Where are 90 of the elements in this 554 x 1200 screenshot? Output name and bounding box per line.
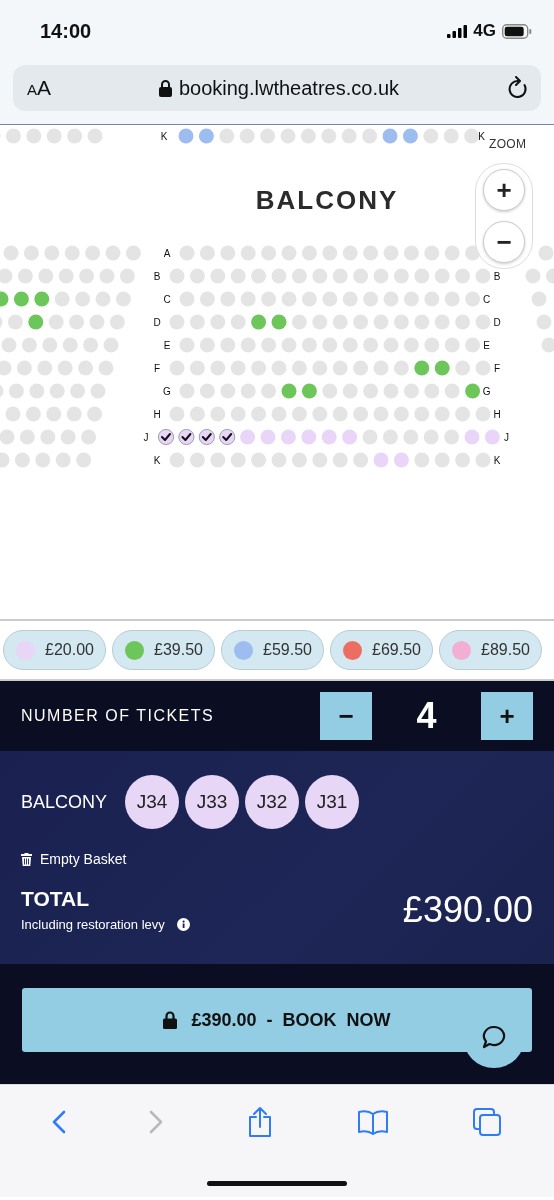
back-icon[interactable]	[51, 1110, 66, 1134]
signal-icon	[447, 24, 468, 38]
url-text: booking.lwtheatres.co.uk	[178, 76, 400, 100]
available-seat[interactable]	[342, 429, 358, 445]
seat-chip: J34	[125, 775, 180, 829]
row-label: A	[163, 248, 171, 259]
total-amount: £390.00	[402, 888, 533, 931]
available-seat[interactable]	[484, 429, 500, 445]
section-title: BALCONY	[255, 185, 399, 216]
price-band-chip[interactable]: £89.50	[439, 630, 542, 670]
row-label: F	[493, 363, 501, 374]
available-seat[interactable]	[281, 383, 297, 399]
available-seat[interactable]	[280, 429, 296, 445]
row-label: G	[482, 386, 491, 397]
available-seat[interactable]	[382, 128, 398, 144]
row-label: B	[153, 271, 161, 282]
available-seat[interactable]	[240, 429, 256, 445]
lock-icon	[163, 1011, 178, 1029]
row-label: E	[483, 340, 490, 351]
zoom-out-button[interactable]: −	[483, 221, 525, 263]
available-seat[interactable]	[34, 291, 50, 307]
decrease-button[interactable]: −	[320, 692, 372, 740]
row-label: C	[483, 294, 491, 305]
row-label: F	[153, 363, 161, 374]
available-seat[interactable]	[28, 314, 44, 330]
seat-chip: J32	[245, 775, 300, 829]
row-label: C	[163, 294, 171, 305]
row-label: K	[493, 455, 501, 466]
available-seat[interactable]	[198, 128, 214, 144]
row-label: K	[478, 131, 485, 142]
available-seat[interactable]	[321, 429, 337, 445]
available-seat[interactable]	[465, 383, 481, 399]
row-label: B	[493, 271, 501, 282]
empty-basket-link[interactable]: Empty Basket	[21, 851, 533, 867]
available-seat[interactable]	[414, 360, 430, 376]
section-name: BALCONY	[21, 791, 108, 813]
row-label: K	[153, 455, 161, 466]
text-size-button[interactable]: AA	[27, 76, 52, 100]
selected-seat[interactable]	[178, 429, 195, 445]
tabs-icon[interactable]	[472, 1107, 503, 1137]
trash-icon	[21, 852, 32, 866]
selected-seat[interactable]	[219, 429, 236, 445]
price-band-chip[interactable]: £39.50	[112, 630, 215, 670]
available-seat[interactable]	[260, 429, 276, 445]
row-label: D	[153, 317, 161, 328]
battery-icon	[502, 23, 532, 39]
available-seat[interactable]	[0, 291, 9, 307]
row-label: H	[153, 409, 161, 420]
book-icon[interactable]	[356, 1109, 389, 1135]
available-seat[interactable]	[178, 128, 194, 144]
total-note: Including restoration levy	[21, 917, 165, 932]
available-seat[interactable]	[251, 314, 267, 330]
row-label: H	[493, 409, 501, 420]
available-seat[interactable]	[402, 128, 418, 144]
available-seat[interactable]	[13, 291, 29, 307]
increase-button[interactable]: +	[481, 692, 533, 740]
seat-chip: J31	[305, 775, 360, 829]
network-type: 4G	[473, 21, 496, 41]
seat-chip: J33	[185, 775, 240, 829]
price-band-chip[interactable]: £20.00	[3, 630, 106, 670]
row-label: K	[160, 131, 168, 142]
available-seat[interactable]	[271, 314, 287, 330]
available-seat[interactable]	[301, 429, 317, 445]
share-icon[interactable]	[247, 1106, 273, 1138]
row-label: J	[143, 432, 149, 443]
chat-bubble-icon	[481, 1024, 507, 1050]
book-now-button[interactable]: £390.00 - BOOK NOW	[22, 988, 532, 1052]
available-seat[interactable]	[301, 383, 317, 399]
available-seat[interactable]	[373, 452, 389, 468]
clock: 14:00	[40, 19, 92, 43]
lock-icon	[158, 79, 172, 97]
price-band-chip[interactable]: £59.50	[221, 630, 324, 670]
row-label: G	[163, 386, 171, 397]
selected-seat[interactable]	[198, 429, 215, 445]
available-seat[interactable]	[434, 360, 450, 376]
row-label: J	[503, 432, 509, 443]
zoom-label: ZOOM	[489, 137, 527, 151]
total-label: TOTAL	[21, 887, 91, 911]
tickets-label: NUMBER OF TICKETS	[21, 707, 215, 725]
address-bar[interactable]: AA booking.lwtheatres.co.uk	[13, 65, 541, 111]
selected-seat[interactable]	[158, 429, 174, 445]
row-label: E	[163, 340, 171, 351]
reload-icon[interactable]	[507, 76, 529, 100]
info-icon[interactable]	[176, 918, 190, 931]
ticket-count: 4	[415, 695, 438, 737]
row-label: D	[493, 317, 501, 328]
zoom-in-button[interactable]: +	[483, 169, 525, 211]
price-band-chip[interactable]: £69.50	[330, 630, 433, 670]
available-seat[interactable]	[393, 452, 409, 468]
available-seat[interactable]	[464, 429, 480, 445]
